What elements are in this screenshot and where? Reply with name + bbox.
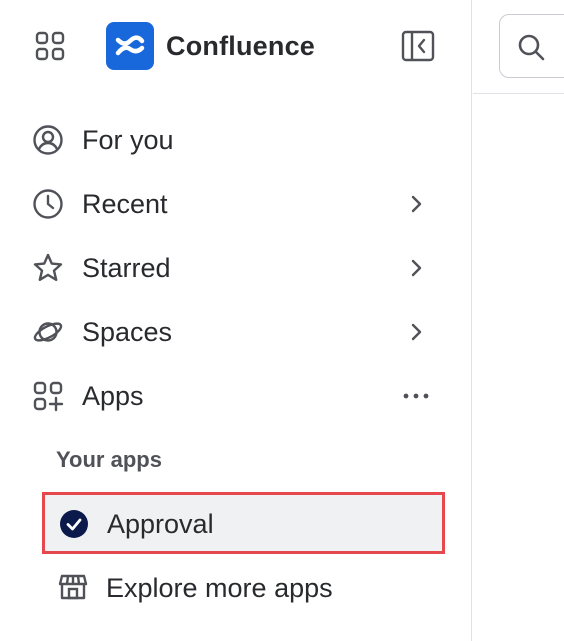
collapse-sidebar-button[interactable]: [400, 30, 436, 62]
main-area: [473, 0, 564, 641]
app-switcher-button[interactable]: [34, 30, 66, 62]
apps-add-icon: [33, 381, 64, 412]
chevron-right-icon[interactable]: [404, 192, 428, 216]
nav-item-label: For you: [82, 125, 174, 155]
more-options-icon[interactable]: [400, 382, 432, 410]
app-item-approval[interactable]: Approval: [42, 492, 445, 554]
nav-item-label: Apps: [82, 381, 144, 411]
storefront-icon: [58, 574, 88, 600]
your-apps-heading: Your apps: [56, 447, 162, 472]
topbar-divider: [473, 93, 564, 94]
nav-item-apps[interactable]: Apps: [22, 368, 442, 424]
product-name[interactable]: Confluence: [166, 28, 315, 64]
search-input[interactable]: [499, 14, 564, 78]
planet-icon: [33, 322, 63, 342]
app-item-label: Approval: [107, 509, 214, 539]
app-item-label: Explore more apps: [106, 573, 333, 603]
clock-icon: [33, 189, 63, 219]
user-circle-icon: [33, 125, 63, 155]
nav-item-recent[interactable]: Recent: [22, 176, 442, 232]
explore-more-apps-link[interactable]: Explore more apps: [42, 558, 445, 618]
chevron-right-icon[interactable]: [404, 320, 428, 344]
confluence-logo-icon[interactable]: [106, 22, 154, 70]
chevron-right-icon[interactable]: [404, 256, 428, 280]
nav-item-label: Starred: [82, 253, 171, 283]
nav-item-label: Spaces: [82, 317, 173, 347]
nav-item-starred[interactable]: Starred: [22, 240, 442, 296]
search-icon: [518, 34, 545, 61]
sidebar: Confluence For you Recent Starred Spaces…: [0, 0, 472, 641]
grid-icon: [35, 31, 65, 61]
collapse-sidebar-icon: [401, 30, 435, 62]
check-circle-icon: [60, 510, 88, 538]
star-icon: [33, 253, 63, 281]
nav-item-spaces[interactable]: Spaces: [22, 304, 442, 360]
nav-item-for-you[interactable]: For you: [22, 112, 442, 168]
nav-item-label: Recent: [82, 189, 168, 219]
